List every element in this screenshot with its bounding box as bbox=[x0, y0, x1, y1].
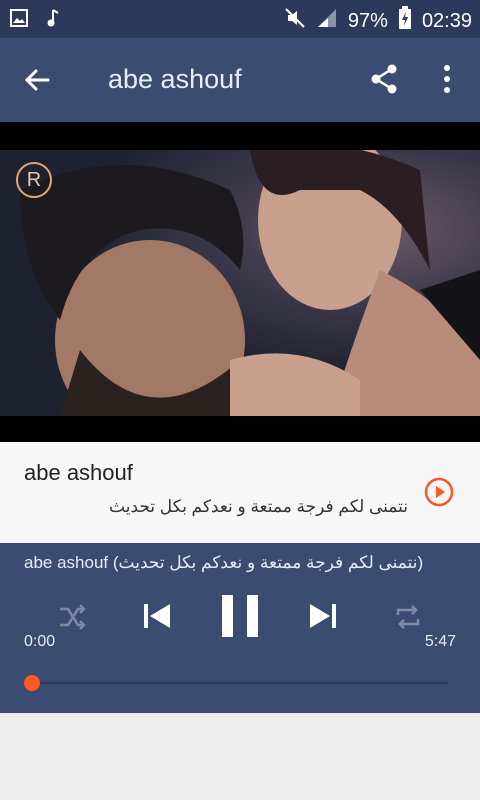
time-total: 5:47 bbox=[424, 633, 456, 650]
seek-thumb[interactable] bbox=[24, 675, 40, 691]
shuffle-icon[interactable] bbox=[56, 601, 88, 638]
signal-icon bbox=[316, 7, 338, 35]
repeat-icon[interactable] bbox=[392, 601, 424, 638]
status-bar: 97% 02:39 bbox=[0, 0, 480, 38]
page-title: abe ashouf bbox=[108, 64, 242, 94]
arrow-back-icon[interactable] bbox=[22, 65, 52, 95]
skip-previous-icon[interactable] bbox=[140, 599, 174, 638]
empty-area bbox=[0, 713, 480, 800]
share-icon[interactable] bbox=[368, 63, 400, 95]
more-vert-icon[interactable] bbox=[438, 63, 456, 95]
track-info[interactable]: abe ashouf نتمنى لكم فرجة ممتعة و نعدكم … bbox=[0, 442, 480, 543]
skip-next-icon[interactable] bbox=[306, 599, 340, 638]
play-circle-icon[interactable] bbox=[424, 477, 454, 507]
battery-charging-icon bbox=[398, 6, 412, 36]
video-player[interactable]: R bbox=[0, 122, 480, 442]
battery-text: 97% bbox=[347, 9, 388, 32]
watermark-logo: R bbox=[16, 162, 52, 198]
track-title: abe ashouf bbox=[24, 460, 133, 485]
clock: 02:39 bbox=[421, 9, 472, 32]
mute-icon bbox=[284, 7, 306, 35]
now-playing-text: abe ashouf (نتمنى لكم فرجة ممتعة و نعدكم… bbox=[24, 553, 424, 572]
app-bar: abe ashouf bbox=[0, 38, 480, 122]
pause-icon[interactable] bbox=[220, 593, 260, 644]
seek-bar[interactable] bbox=[30, 682, 448, 684]
media-controls: abe ashouf (نتمنى لكم فرجة ممتعة و نعدكم… bbox=[0, 543, 480, 713]
image-icon bbox=[10, 9, 28, 32]
video-frame[interactable]: R bbox=[0, 150, 480, 416]
music-icon bbox=[46, 8, 60, 33]
track-subtitle: نتمنى لكم فرجة ممتعة و نعدكم بكل تحديث bbox=[109, 497, 408, 516]
time-current: 0:00 bbox=[24, 633, 56, 650]
